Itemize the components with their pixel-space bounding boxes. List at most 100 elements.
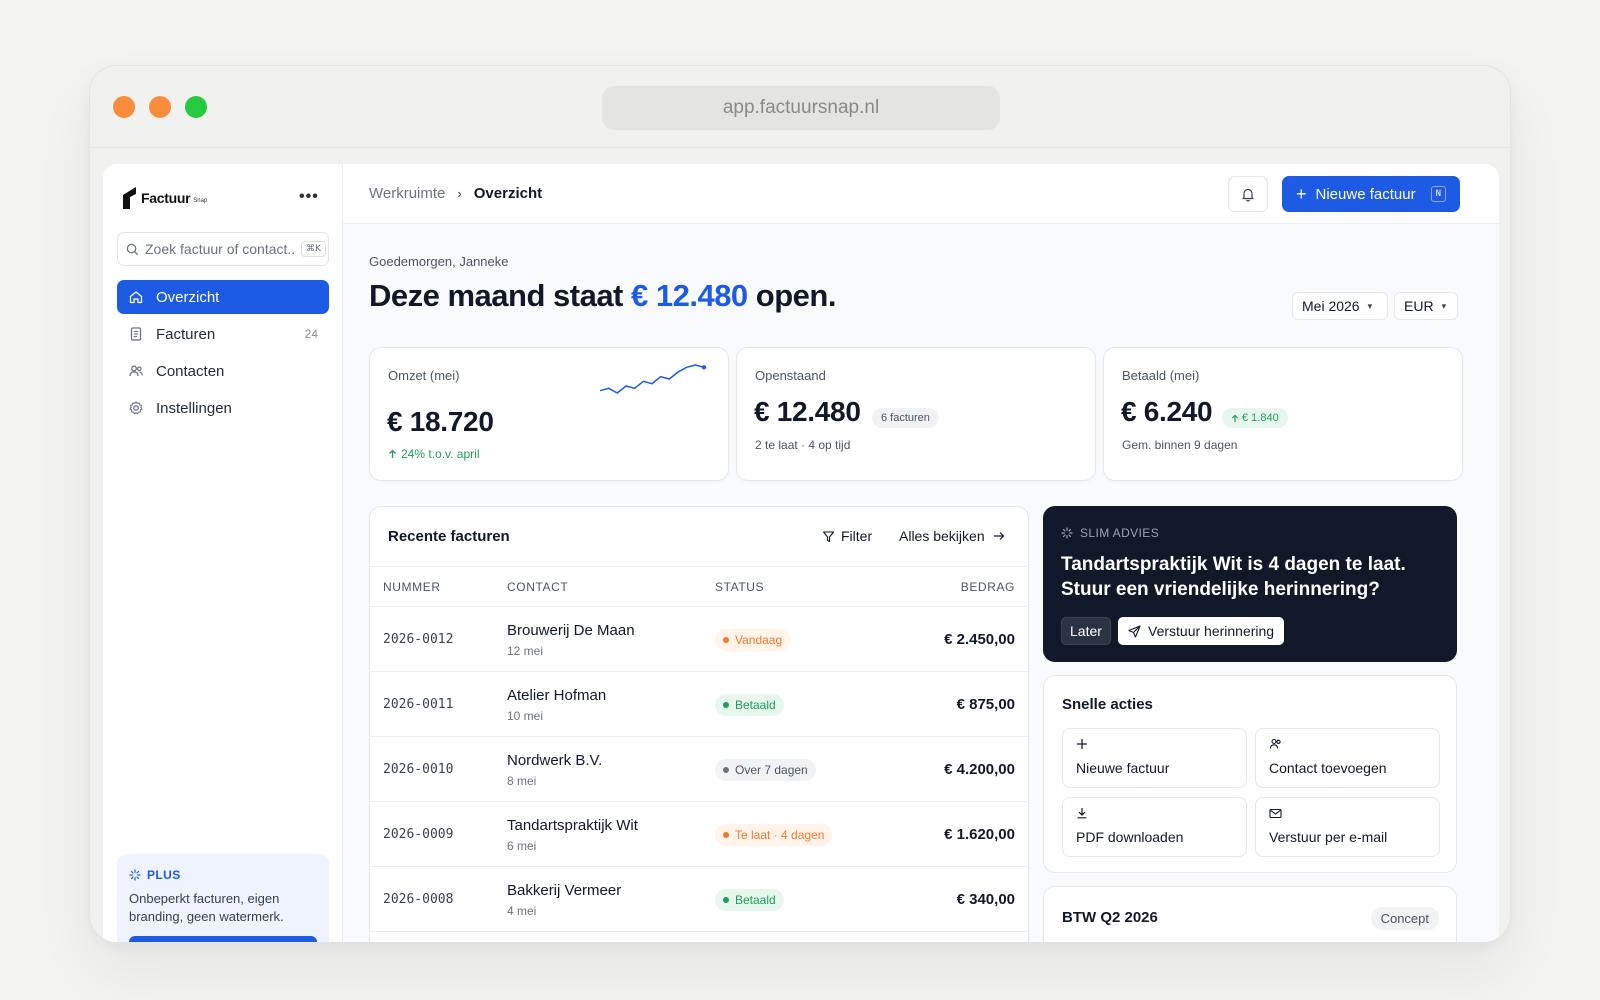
logo[interactable]: Factuur Snap: [121, 186, 207, 210]
sidebar-nav: Overzicht Facturen 24 Contacten Instelli…: [117, 280, 329, 428]
table-row[interactable]: 2026-0008 Bakkerij Vermeer 4 mei Betaald…: [370, 867, 1028, 932]
smart-advice-card: SLIM ADVIES Tandartspraktijk Wit is 4 da…: [1043, 506, 1457, 662]
more-options-button[interactable]: •••: [299, 188, 319, 206]
headline-prefix: Deze maand staat: [369, 278, 631, 313]
quick-action-download-pdf[interactable]: PDF downloaden: [1062, 797, 1247, 857]
smart-advice-text: Tandartspraktijk Wit is 4 dagen te laat.…: [1061, 554, 1406, 600]
recent-invoices-title: Recente facturen: [388, 528, 510, 545]
quick-action-label: PDF downloaden: [1076, 829, 1184, 845]
btw-title: BTW Q2 2026: [1062, 909, 1158, 926]
invoice-amount: € 340,00: [956, 891, 1015, 908]
breadcrumb-current: Overzicht: [473, 185, 543, 202]
plus-heading: PLUS: [129, 868, 317, 882]
kpi-sub: 2 te laat · 4 op tijd: [755, 438, 851, 452]
plus-description: Onbeperkt facturen, eigen branding, geen…: [129, 891, 284, 924]
mail-icon: [1269, 808, 1282, 819]
status-badge: Betaald: [715, 889, 784, 911]
filter-icon: [822, 530, 835, 542]
status-text: Over 7 dagen: [735, 763, 808, 777]
quick-action-label: Verstuur per e-mail: [1269, 829, 1388, 845]
invoice-date: 10 mei: [507, 709, 544, 723]
address-bar[interactable]: app.factuursnap.nl: [602, 86, 1000, 130]
chevron-down-icon: ▾: [1367, 300, 1373, 311]
status-badge: Vandaag: [715, 629, 791, 651]
status-badge: Betaald: [715, 694, 784, 716]
quick-action-label: Contact toevoegen: [1269, 760, 1387, 776]
view-all-link[interactable]: Alles bekijken: [899, 528, 1005, 544]
invoice-date: 6 mei: [507, 839, 537, 853]
status-dot: [723, 767, 729, 773]
btw-card[interactable]: BTW Q2 2026 Concept: [1043, 886, 1457, 942]
maximize-window-button[interactable]: [185, 96, 207, 118]
kpi-card-open: Openstaand € 12.480 6 facturen 2 te laat…: [736, 347, 1096, 481]
search-input[interactable]: [145, 241, 295, 257]
invoice-number: 2026-0012: [383, 632, 454, 647]
status-dot: [723, 637, 729, 643]
invoice-contact: Tandartspraktijk Wit: [507, 817, 638, 834]
status-dot: [723, 897, 729, 903]
invoice-count-badge: 24: [304, 327, 318, 341]
kpi-card-paid: Betaald (mei) € 6.240 € 1.840 Gem. binne…: [1103, 347, 1463, 481]
kpi-badge: 6 facturen: [872, 408, 939, 428]
quick-action-send-email[interactable]: Verstuur per e-mail: [1255, 797, 1440, 857]
table-row[interactable]: 2026-0011 Atelier Hofman 10 mei Betaald …: [370, 672, 1028, 737]
send-reminder-button[interactable]: Verstuur herinnering: [1118, 617, 1285, 645]
smart-advice-label: SLIM ADVIES: [1080, 526, 1160, 540]
invoice-contact: Brouwerij De Maan: [507, 622, 635, 639]
close-window-button[interactable]: [113, 96, 135, 118]
status-text: Te laat · 4 dagen: [735, 828, 825, 842]
kpi-value: € 12.480: [754, 396, 861, 427]
sidebar-item-instellingen[interactable]: Instellingen: [117, 391, 329, 425]
smart-advice-header: SLIM ADVIES: [1061, 526, 1159, 540]
currency-select[interactable]: EUR ▾: [1394, 292, 1458, 320]
document-icon: [130, 327, 142, 341]
kpi-sub: Gem. binnen 9 dagen: [1122, 438, 1238, 452]
title-bar: app.factuursnap.nl: [90, 66, 1510, 148]
view-all-label: Alles bekijken: [899, 528, 985, 544]
sidebar-item-contacten[interactable]: Contacten: [117, 354, 329, 388]
sparkline-line: [599, 364, 705, 394]
kpi-label: Omzet (mei): [388, 368, 460, 383]
arrow-up-icon: [1231, 413, 1239, 422]
browser-window: app.factuursnap.nl Factuur Snap ••• ⌘K: [89, 65, 1511, 943]
upgrade-button[interactable]: [129, 936, 317, 942]
invoice-date: 8 mei: [507, 774, 537, 788]
kpi-label: Betaald (mei): [1122, 368, 1200, 383]
table-row[interactable]: 2026-0009 Tandartspraktijk Wit 6 mei Te …: [370, 802, 1028, 867]
quick-action-add-contact[interactable]: Contact toevoegen: [1255, 728, 1440, 788]
month-select-value: Mei 2026: [1302, 298, 1360, 314]
notifications-button[interactable]: [1228, 176, 1268, 212]
minimize-window-button[interactable]: [149, 96, 171, 118]
table-row[interactable]: 2026-0012 Brouwerij De Maan 12 mei Vanda…: [370, 607, 1028, 672]
quick-action-new-invoice[interactable]: Nieuwe factuur: [1062, 728, 1247, 788]
invoice-amount: € 4.200,00: [944, 761, 1015, 778]
new-invoice-button[interactable]: + Nieuwe factuur N: [1282, 176, 1460, 212]
logo-subtext: Snap: [193, 198, 208, 204]
new-invoice-label: Nieuwe factuur: [1315, 185, 1416, 203]
quick-actions-title: Snelle acties: [1062, 696, 1153, 713]
logo-mark-icon: [123, 187, 136, 209]
invoice-contact: Atelier Hofman: [507, 687, 607, 704]
table-row[interactable]: 2026-0010 Nordwerk B.V. 8 mei Over 7 dag…: [370, 737, 1028, 802]
invoice-contact: Bakkerij Vermeer: [507, 882, 622, 899]
sidebar-item-label: Instellingen: [156, 399, 232, 417]
later-button[interactable]: Later: [1061, 617, 1111, 645]
sidebar-item-overzicht[interactable]: Overzicht: [117, 280, 329, 314]
filter-label: Filter: [841, 528, 873, 544]
filter-button[interactable]: Filter: [822, 528, 872, 544]
quick-actions-card: Snelle acties Nieuwe factuur Contact toe…: [1043, 675, 1457, 873]
breadcrumb-werkruimte[interactable]: Werkruimte: [369, 185, 445, 202]
invoice-number: 2026-0010: [383, 762, 454, 777]
bell-icon: [1242, 188, 1254, 202]
headline-amount: € 12.480: [631, 278, 748, 313]
sidebar-item-facturen[interactable]: Facturen 24: [117, 317, 329, 351]
breadcrumb: Werkruimte › Overzicht: [369, 185, 542, 202]
kpi-value: € 6.240: [1121, 396, 1213, 427]
plus-icon: [1077, 739, 1087, 749]
column-header-number: NUMMER: [383, 580, 441, 594]
month-select[interactable]: Mei 2026 ▾: [1292, 292, 1388, 320]
sidebar: Factuur Snap ••• ⌘K Overzicht Facturen 2…: [103, 164, 343, 942]
search-box[interactable]: ⌘K: [117, 232, 329, 266]
kpi-badge-text: € 1.840: [1242, 412, 1279, 424]
chevron-down-icon: ▾: [1441, 300, 1447, 311]
